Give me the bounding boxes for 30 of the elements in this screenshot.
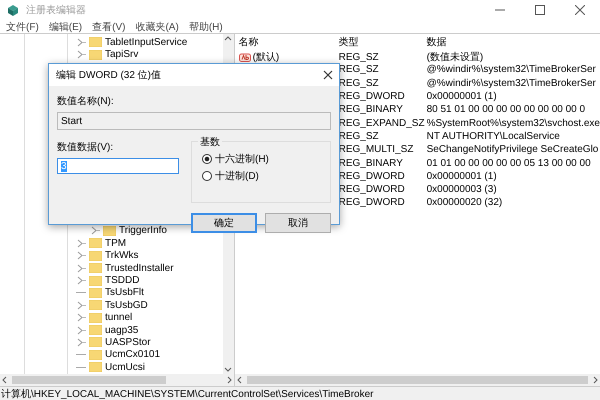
value-data: SeChangeNotifyPrivilege SeCreateGlo — [426, 144, 600, 156]
value-data: 0x00000001 (1) — [426, 91, 498, 102]
value-type: REG_BINARY — [338, 158, 404, 169]
value-type: REG_DWORD — [338, 197, 406, 208]
value-data: (数值未设置) — [426, 50, 484, 64]
field-label: 数值名称(N): — [57, 95, 115, 108]
window-title: 注册表编辑器 — [26, 4, 86, 17]
value-type: REG_SZ — [338, 64, 380, 76]
status-bar: 计算机\HKEY_LOCAL_MACHINE\SYSTEM\CurrentControlSet\Services\TimeBroker — [0, 386, 600, 400]
value-type: REG_MULTI_SZ — [338, 144, 414, 156]
group-label: 基数 — [198, 135, 222, 149]
dialog-title: 编辑 DWORD (32 位)值 — [56, 68, 161, 82]
value-type: REG_SZ — [338, 130, 380, 142]
value-data: 80 51 01 00 00 00 00 00 00 00 00 0 — [426, 104, 586, 116]
value-type: REG_SZ — [338, 52, 380, 62]
value-type: REG_EXPAND_SZ — [338, 118, 426, 129]
value-type: REG_DWORD — [338, 184, 406, 196]
value-data: %SystemRoot%\system32\svchost.exe — [426, 118, 600, 129]
value-data: 01 01 00 00 00 00 00 05 13 00 00 00 — [426, 158, 592, 169]
value-type: REG_BINARY — [338, 104, 404, 116]
value-data: NT AUTHORITY\LocalService — [426, 130, 561, 142]
value-data: 0x00000003 (3) — [426, 184, 498, 196]
value-data: 0x00000020 (32) — [426, 197, 504, 208]
value-type: REG_DWORD — [338, 170, 406, 182]
field-label: 数值数据(V): — [57, 141, 114, 154]
value-type: REG_SZ — [338, 78, 380, 89]
value-data: @%windir%\system32\TimeBrokerSer — [426, 78, 597, 89]
value-data: 0x00000001 (1) — [426, 170, 498, 182]
value-type: REG_DWORD — [338, 91, 406, 102]
value-data: @%windir%\system32\TimeBrokerSer — [426, 64, 597, 76]
